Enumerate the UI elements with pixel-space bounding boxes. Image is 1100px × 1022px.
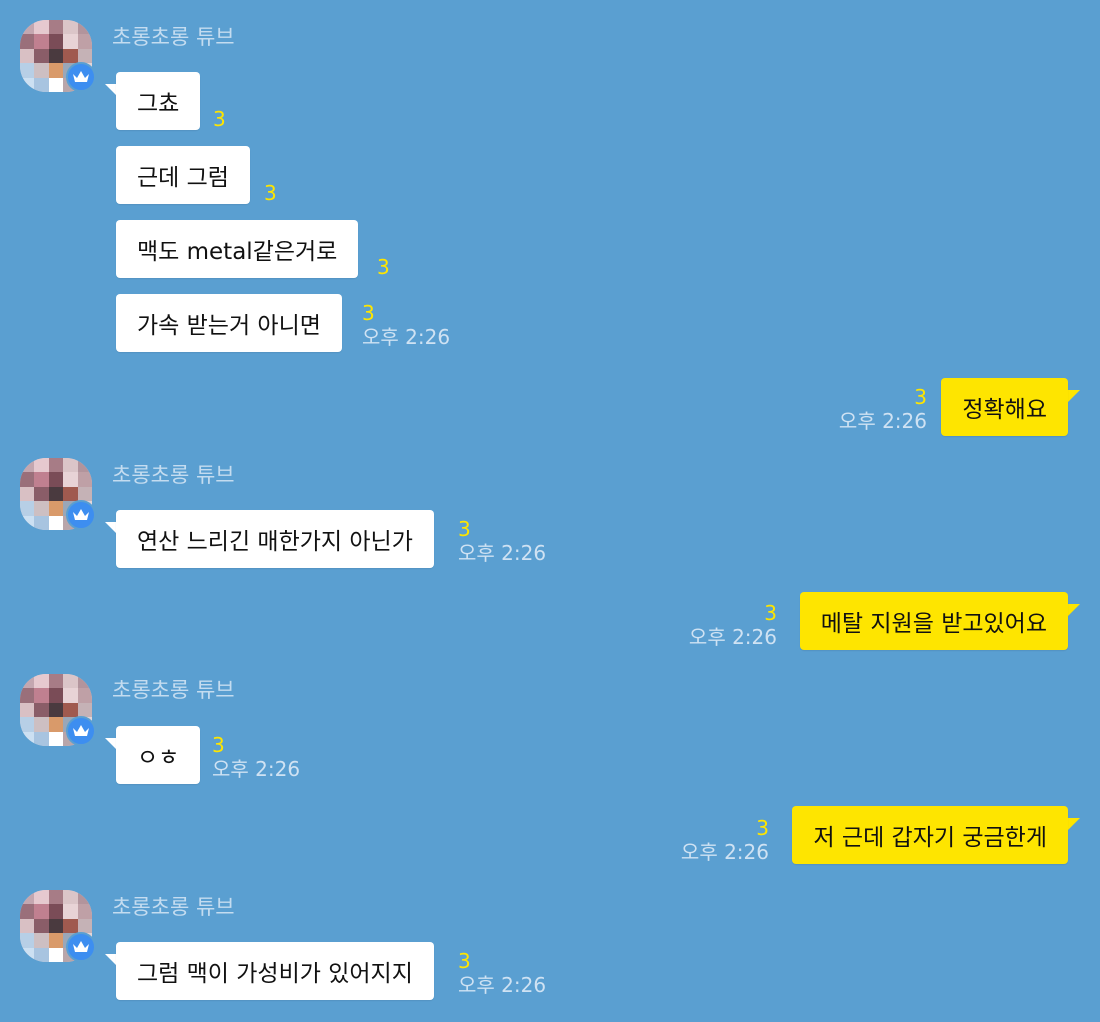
message-meta: 3 <box>213 109 226 129</box>
sender-name: 초롱초롱 튜브 <box>112 895 235 919</box>
tail <box>1068 818 1080 830</box>
unread-count: 3 <box>458 517 471 541</box>
crown-icon <box>66 716 96 746</box>
unread-count: 3 <box>362 301 375 325</box>
sender-name: 초롱초롱 튜브 <box>112 463 235 487</box>
message-bubble[interactable]: 맥도 metal같은거로 <box>116 220 359 278</box>
unread-count: 3 <box>756 816 769 840</box>
message-meta: 3 오후 2:26 <box>212 735 300 779</box>
crown-icon <box>66 500 96 530</box>
message-meta: 3 오후 2:26 <box>458 519 546 563</box>
crown-icon <box>66 932 96 962</box>
tail <box>1068 604 1080 616</box>
message-meta: 3 <box>264 183 277 203</box>
unread-count: 3 <box>914 385 927 409</box>
message-bubble[interactable]: 근데 그럼 <box>116 146 250 204</box>
message-bubble[interactable]: 그쵸 <box>116 72 201 130</box>
message-meta: 3 오후 2:26 <box>458 951 546 995</box>
message-bubble[interactable]: 가속 받는거 아니면 <box>116 294 342 352</box>
timestamp: 오후 2:26 <box>680 840 769 864</box>
crown-icon <box>66 62 96 92</box>
unread-count: 3 <box>213 107 226 131</box>
message-meta: 3 <box>377 257 390 277</box>
message-meta: 3 오후 2:26 <box>362 303 450 347</box>
message-bubble[interactable]: ㅇㅎ <box>116 726 201 784</box>
message-bubble[interactable]: 연산 느리긴 매한가지 아닌가 <box>116 510 434 568</box>
timestamp: 오후 2:26 <box>362 325 451 349</box>
unread-count: 3 <box>377 255 390 279</box>
chat-room: { "chat": { "sender_name": "초롱초롱 튜브", "c… <box>0 0 1100 1022</box>
timestamp: 오후 2:26 <box>212 757 301 781</box>
message-meta: 3 오후 2:26 <box>681 818 769 862</box>
unread-count: 3 <box>212 733 225 757</box>
message-bubble[interactable]: 메탈 지원을 받고있어요 <box>799 592 1068 650</box>
message-bubble[interactable]: 정확해요 <box>941 378 1068 436</box>
tail <box>1068 390 1080 402</box>
timestamp: 오후 2:26 <box>838 409 927 433</box>
unread-count: 3 <box>264 181 277 205</box>
timestamp: 오후 2:26 <box>458 541 547 565</box>
unread-count: 3 <box>764 601 777 625</box>
unread-count: 3 <box>458 949 471 973</box>
timestamp: 오후 2:26 <box>688 625 777 649</box>
message-meta: 3 오후 2:26 <box>839 387 927 431</box>
message-meta: 3 오후 2:26 <box>689 603 777 647</box>
timestamp: 오후 2:26 <box>458 973 547 997</box>
sender-name: 초롱초롱 튜브 <box>112 678 235 702</box>
message-bubble[interactable]: 저 근데 갑자기 궁금한게 <box>792 806 1068 864</box>
sender-name: 초롱초롱 튜브 <box>112 25 235 49</box>
message-bubble[interactable]: 그럼 맥이 가성비가 있어지지 <box>116 942 434 1000</box>
